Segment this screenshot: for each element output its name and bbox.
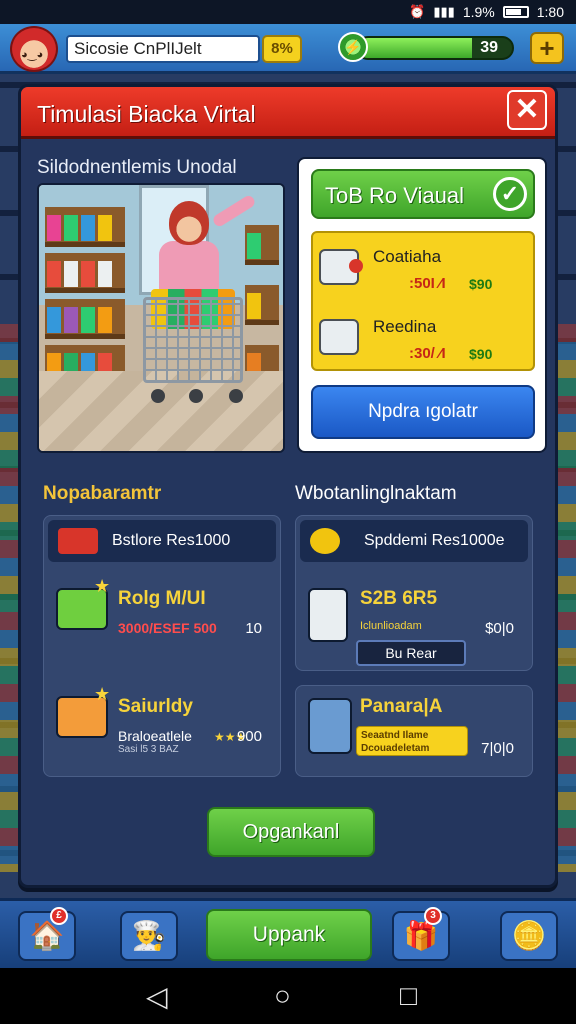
home-button[interactable]: 🏠 £	[18, 907, 76, 961]
list-item[interactable]: Panara|A Seaatnd Ilame Dcouadeletam 7|0|…	[296, 686, 532, 776]
energy-meter: 39 ⚡	[338, 32, 516, 64]
milk-carton-icon	[308, 588, 348, 642]
simulation-dialog: Timulasi Biacka Virtal ✕ Sildodnentlemis…	[18, 84, 558, 888]
home-circle-icon[interactable]: ○	[274, 980, 291, 1012]
register-icon	[319, 249, 363, 285]
right-list-header[interactable]: Spddemi Res1000e	[300, 520, 528, 562]
right-list-panel: Spddemi Res1000e S2B 6R5 Iclunlioadam $0…	[295, 515, 533, 671]
dialog-title: Timulasi Biacka Virtal	[37, 101, 256, 127]
shelf	[45, 207, 125, 247]
upgrade-nav-button[interactable]: Uppank	[206, 909, 372, 961]
clock: 1:80	[536, 4, 564, 20]
left-list-header-text: Bstlore Res1000	[112, 532, 231, 549]
price-new: $90	[469, 276, 493, 292]
shelf	[245, 285, 279, 325]
price-row: Reedina :30/ ⁄I $90	[313, 305, 533, 371]
price-item-name: Reedina	[373, 317, 437, 336]
item-price: $0|0	[485, 620, 514, 637]
recents-icon[interactable]: □	[400, 980, 417, 1012]
item-name: Rolg M/UI	[118, 588, 206, 609]
item-sub: 3000/ESEF 500	[118, 620, 217, 636]
gift-button[interactable]: 🎁 3	[392, 907, 450, 961]
right-column-label: Wbotanlinglnaktam	[295, 483, 457, 504]
star-icon: ★	[94, 684, 111, 704]
item-name: S2B 6R5	[360, 588, 438, 609]
right-list-header-text: Spddemi Res1000e	[364, 532, 505, 549]
shelf	[245, 225, 279, 265]
right-list-panel-2: Panara|A Seaatnd Ilame Dcouadeletam 7|0|…	[295, 685, 533, 777]
item-price: 900	[236, 728, 262, 745]
buy-button[interactable]: Bu Rear	[356, 640, 466, 666]
player-avatar[interactable]	[10, 26, 58, 72]
top-bar: Sicosie CnPlIJelt 8% 39 ⚡ +	[0, 24, 576, 74]
gift-badge: 3	[424, 907, 442, 925]
dialog-header: Timulasi Biacka Virtal ✕	[21, 87, 555, 139]
upgrade-blue-button[interactable]: Npdra ıgolatr	[311, 385, 535, 439]
price-old: :30/ ⁄I	[409, 345, 446, 362]
percent-badge: 8%	[262, 35, 302, 63]
shelf	[45, 299, 125, 339]
energy-icon: ⚡	[338, 32, 368, 62]
cash-machine-icon	[319, 319, 359, 355]
star-icon: ★	[94, 576, 111, 596]
item-price: 7|0|0	[481, 740, 514, 757]
check-icon: ✓	[493, 177, 527, 211]
status-bar: ⏰ ▮▮▮ 1.9% 1:80	[0, 0, 576, 24]
close-button[interactable]: ✕	[507, 90, 547, 130]
item-price: 10	[245, 620, 262, 637]
section-title: Sildodnentlemis Unodal	[37, 157, 237, 178]
shopping-cart	[143, 297, 243, 383]
fridge-icon	[308, 698, 352, 754]
price-item-name: Coatiaha	[373, 247, 442, 266]
item-sub: Braloeatlele	[118, 728, 192, 744]
store-title: ToB Ro Viaual	[325, 183, 465, 208]
upgrade-green-button[interactable]: Opgankanl	[207, 807, 375, 857]
left-list-header[interactable]: Bstlore Res1000	[48, 520, 276, 562]
player-name: Sicosie CnPlIJelt	[66, 35, 260, 63]
battery-percent: 1.9%	[462, 4, 495, 20]
item-name: Panara|A	[360, 696, 443, 717]
list-item[interactable]: ★ Rolg M/UI 3000/ESEF 500 10	[44, 572, 280, 662]
price-row: Coatiaha :50I ⁄I $90	[313, 235, 533, 301]
alarm-icon: ⏰	[409, 4, 426, 19]
left-list-panel: Bstlore Res1000 ★ Rolg M/UI 3000/ESEF 50…	[43, 515, 281, 777]
back-icon[interactable]: ◁	[146, 980, 168, 1013]
shopper-head	[169, 201, 209, 245]
chef-button[interactable]: 👨‍🍳	[120, 911, 178, 961]
system-nav-bar: ◁ ○ □	[0, 968, 576, 1024]
list-item[interactable]: ★ Saiurldy Braloeatlele ★★★ Sasi l5 3 BA…	[44, 680, 280, 770]
energy-bar: 39	[356, 36, 514, 60]
price-old: :50I ⁄I	[409, 275, 446, 292]
home-badge: £	[50, 907, 68, 925]
left-column-label: Nopabaramtr	[43, 483, 162, 504]
signal-icon: ▮▮▮	[433, 4, 455, 19]
store-title-button[interactable]: ToB Ro Viaual ✓	[311, 169, 535, 219]
shelf	[45, 253, 125, 293]
coin-icon	[310, 528, 340, 554]
store-card: ToB Ro Viaual ✓ Coatiaha :50I ⁄I $90 Ree…	[297, 157, 547, 453]
item-tag: Seaatnd Ilame Dcouadeletam	[356, 726, 468, 756]
energy-value: 39	[480, 39, 498, 56]
chef-hat-icon: 👨‍🍳	[131, 920, 167, 951]
energy-fill	[358, 38, 472, 58]
add-energy-button[interactable]: +	[530, 32, 564, 64]
coin-button[interactable]: 🪙	[500, 911, 558, 961]
bottom-nav: 🏠 £ 👨‍🍳 Uppank 🎁 3 🪙	[0, 898, 576, 968]
item-name: Saiurldy	[118, 696, 193, 717]
price-new: $90	[469, 346, 493, 362]
battery-icon	[502, 6, 529, 18]
price-panel: Coatiaha :50I ⁄I $90 Reedina :30/ ⁄I $90	[311, 231, 535, 371]
store-scene-illustration	[37, 183, 285, 453]
coin-icon: 🪙	[511, 920, 547, 951]
item-sub: Iclunlioadam	[360, 620, 422, 632]
box-icon	[58, 528, 98, 554]
item-sub2: Sasi l5 3 BAZ	[118, 744, 179, 755]
